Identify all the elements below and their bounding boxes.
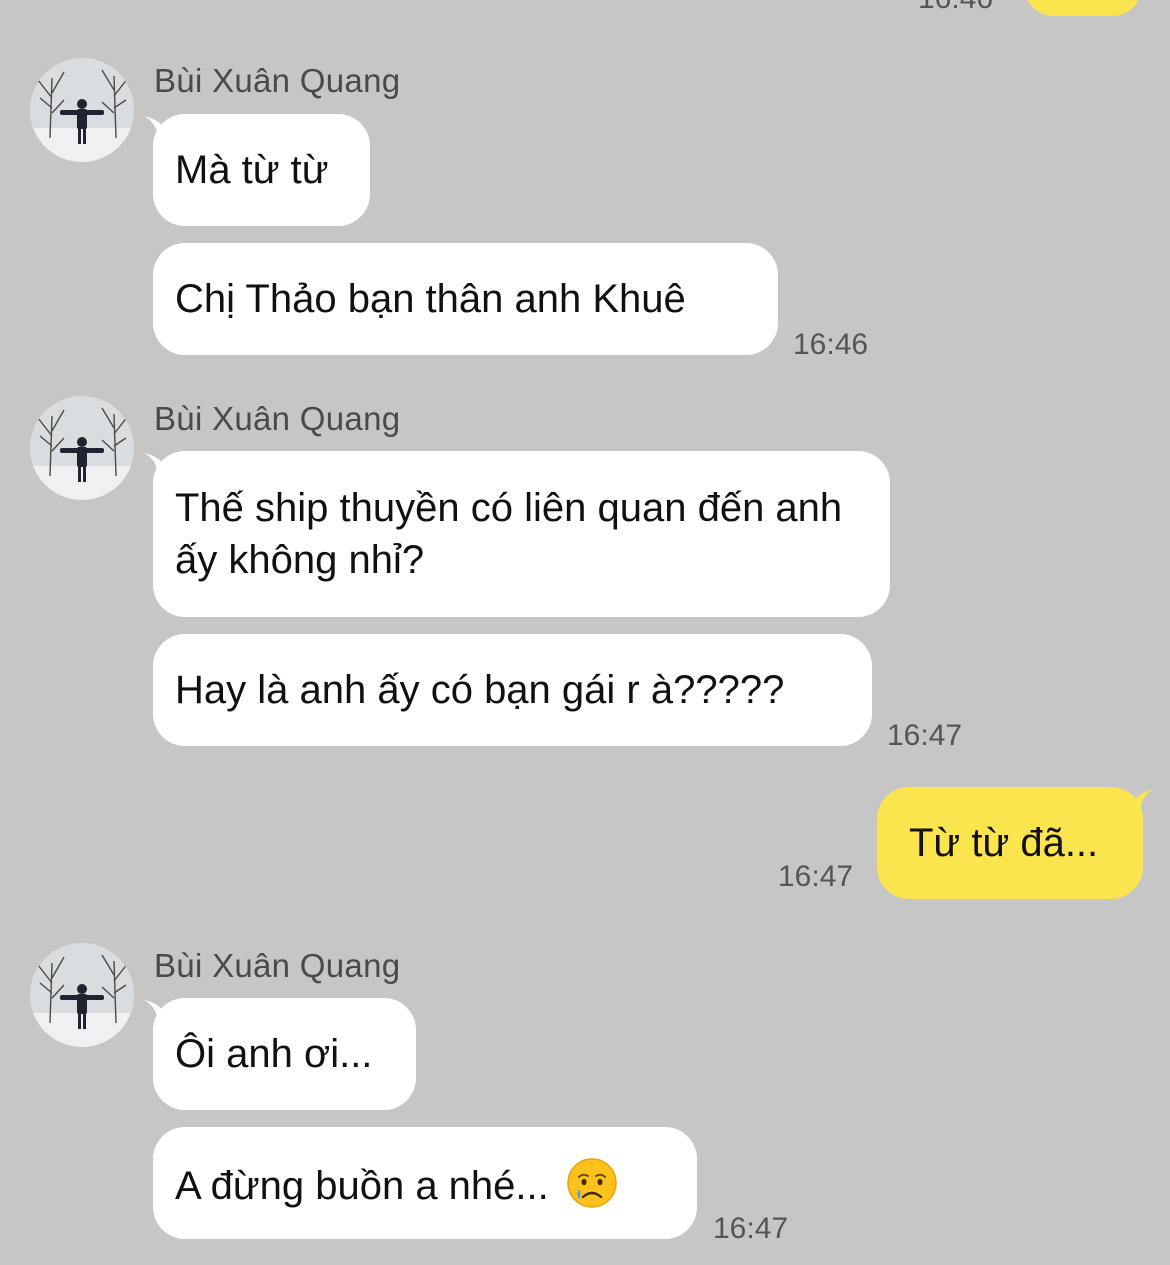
- sender-name: Bùi Xuân Quang: [154, 947, 401, 984]
- sender-name: Bùi Xuân Quang: [154, 62, 401, 99]
- message-text: Chị Thảo bạn thân anh Khuê: [175, 277, 686, 321]
- message-bubble[interactable]: A đừng buồn a nhé...: [153, 1127, 697, 1239]
- message-time-partial: 16:46: [918, 0, 993, 16]
- message-text: A đừng buồn a nhé...: [175, 1164, 549, 1208]
- crying-face-icon: [567, 1158, 617, 1208]
- avatar-photo: [30, 943, 134, 1047]
- avatar[interactable]: [30, 943, 134, 1047]
- avatar-photo: [30, 58, 134, 162]
- avatar[interactable]: [30, 58, 134, 162]
- avatar[interactable]: [30, 396, 134, 500]
- message-text: Ôi anh ơi...: [175, 1032, 373, 1076]
- message-text: Mà từ từ: [175, 148, 329, 192]
- message-bubble[interactable]: Ôi anh ơi...: [153, 998, 416, 1110]
- message-time: 16:47: [778, 860, 854, 893]
- message-text: Hay là anh ấy có bạn gái r à?????: [175, 668, 785, 712]
- message-time: 16:47: [713, 1212, 789, 1245]
- avatar-photo: [30, 396, 134, 500]
- message-bubble[interactable]: Thế ship thuyền có liên quan đến anh ấy …: [153, 451, 890, 617]
- message-text: Từ từ đã...: [909, 821, 1099, 865]
- message-time: 16:46: [793, 328, 869, 361]
- message-text: Thế ship thuyền có liên quan đến anh ấy …: [175, 486, 843, 582]
- outgoing-message-bubble[interactable]: Từ từ đã...: [877, 787, 1143, 899]
- outgoing-bubble-partial[interactable]: [1024, 0, 1142, 16]
- message-time: 16:47: [887, 719, 963, 752]
- message-bubble[interactable]: Chị Thảo bạn thân anh Khuê: [153, 243, 778, 355]
- sender-name: Bùi Xuân Quang: [154, 400, 401, 437]
- bubble-tail: [1128, 789, 1154, 813]
- message-bubble[interactable]: Mà từ từ: [153, 114, 370, 226]
- message-bubble[interactable]: Hay là anh ấy có bạn gái r à?????: [153, 634, 872, 746]
